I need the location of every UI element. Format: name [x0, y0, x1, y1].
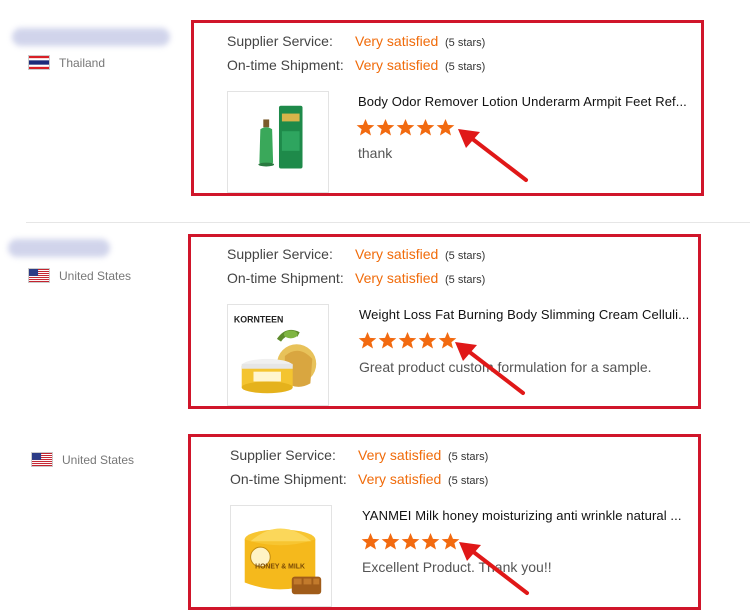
- red-arrow-icon: [456, 128, 536, 188]
- thailand-flag-icon: [28, 55, 50, 70]
- shipment-row: On-time Shipment: Very satisfied (5 star…: [227, 270, 485, 286]
- shipment-stars: (5 stars): [445, 61, 486, 73]
- brand-logo-text: KORNTEEN: [234, 315, 283, 325]
- star-rating: [361, 532, 461, 551]
- review-highlight-box: Supplier Service: Very satisfied (5 star…: [188, 434, 701, 610]
- star-icon: [378, 331, 398, 350]
- review-highlight-box: Supplier Service: Very satisfied (5 star…: [191, 20, 704, 196]
- buyer-country: United States: [28, 268, 131, 283]
- supplier-service-value: Very satisfied: [355, 33, 439, 49]
- country-label: United States: [59, 268, 132, 283]
- shipment-value: Very satisfied: [358, 471, 442, 487]
- star-icon: [436, 118, 456, 137]
- star-rating: [358, 331, 458, 350]
- product-title[interactable]: Weight Loss Fat Burning Body Slimming Cr…: [359, 307, 699, 322]
- buyer-country: Thailand: [28, 55, 105, 70]
- supplier-service-label: Supplier Service:: [230, 447, 336, 463]
- star-icon: [421, 532, 441, 551]
- us-flag-icon: [31, 452, 53, 467]
- shipment-value: Very satisfied: [355, 270, 439, 286]
- star-icon: [376, 118, 396, 137]
- shipment-stars: (5 stars): [445, 274, 486, 286]
- us-flag-icon: [28, 268, 50, 283]
- shipment-label: On-time Shipment:: [227, 270, 344, 286]
- jar-label-text: HONEY & MILK: [255, 564, 305, 571]
- shipment-label: On-time Shipment:: [230, 471, 347, 487]
- supplier-service-stars: (5 stars): [448, 451, 489, 463]
- star-icon: [381, 532, 401, 551]
- shipment-row: On-time Shipment: Very satisfied (5 star…: [227, 57, 485, 73]
- feedback-text: thank: [358, 145, 393, 161]
- supplier-service-value: Very satisfied: [355, 246, 439, 262]
- buyer-name-blurred: [12, 28, 170, 46]
- supplier-service-stars: (5 stars): [445, 250, 486, 262]
- supplier-service-row: Supplier Service: Very satisfied (5 star…: [227, 33, 485, 49]
- country-label: United States: [62, 452, 135, 467]
- supplier-service-row: Supplier Service: Very satisfied (5 star…: [230, 447, 488, 463]
- red-arrow-icon: [453, 341, 533, 401]
- product-title[interactable]: YANMEI Milk honey moisturizing anti wrin…: [362, 508, 702, 523]
- country-label: Thailand: [59, 55, 106, 70]
- product-title[interactable]: Body Odor Remover Lotion Underarm Armpit…: [358, 94, 698, 109]
- shipment-value: Very satisfied: [355, 57, 439, 73]
- supplier-service-stars: (5 stars): [445, 37, 486, 49]
- buyer-name-blurred: [8, 239, 110, 257]
- star-icon: [398, 331, 418, 350]
- supplier-service-row: Supplier Service: Very satisfied (5 star…: [227, 246, 485, 262]
- star-icon: [358, 331, 378, 350]
- star-icon: [361, 532, 381, 551]
- review-highlight-box: Supplier Service: Very satisfied (5 star…: [188, 234, 701, 409]
- product-thumbnail[interactable]: [227, 91, 329, 193]
- shipment-label: On-time Shipment:: [227, 57, 344, 73]
- shipment-stars: (5 stars): [448, 475, 489, 487]
- star-icon: [401, 532, 421, 551]
- red-arrow-icon: [457, 541, 537, 601]
- supplier-service-value: Very satisfied: [358, 447, 442, 463]
- supplier-service-label: Supplier Service:: [227, 246, 333, 262]
- product-thumbnail[interactable]: HONEY & MILK: [230, 505, 332, 607]
- star-icon: [418, 331, 438, 350]
- star-icon: [396, 118, 416, 137]
- shipment-row: On-time Shipment: Very satisfied (5 star…: [230, 471, 488, 487]
- star-rating: [356, 118, 456, 137]
- buyer-country: United States: [31, 452, 134, 467]
- star-icon: [356, 118, 376, 137]
- product-thumbnail[interactable]: KORNTEEN: [227, 304, 329, 406]
- review-divider: [26, 222, 750, 223]
- supplier-service-label: Supplier Service:: [227, 33, 333, 49]
- star-icon: [416, 118, 436, 137]
